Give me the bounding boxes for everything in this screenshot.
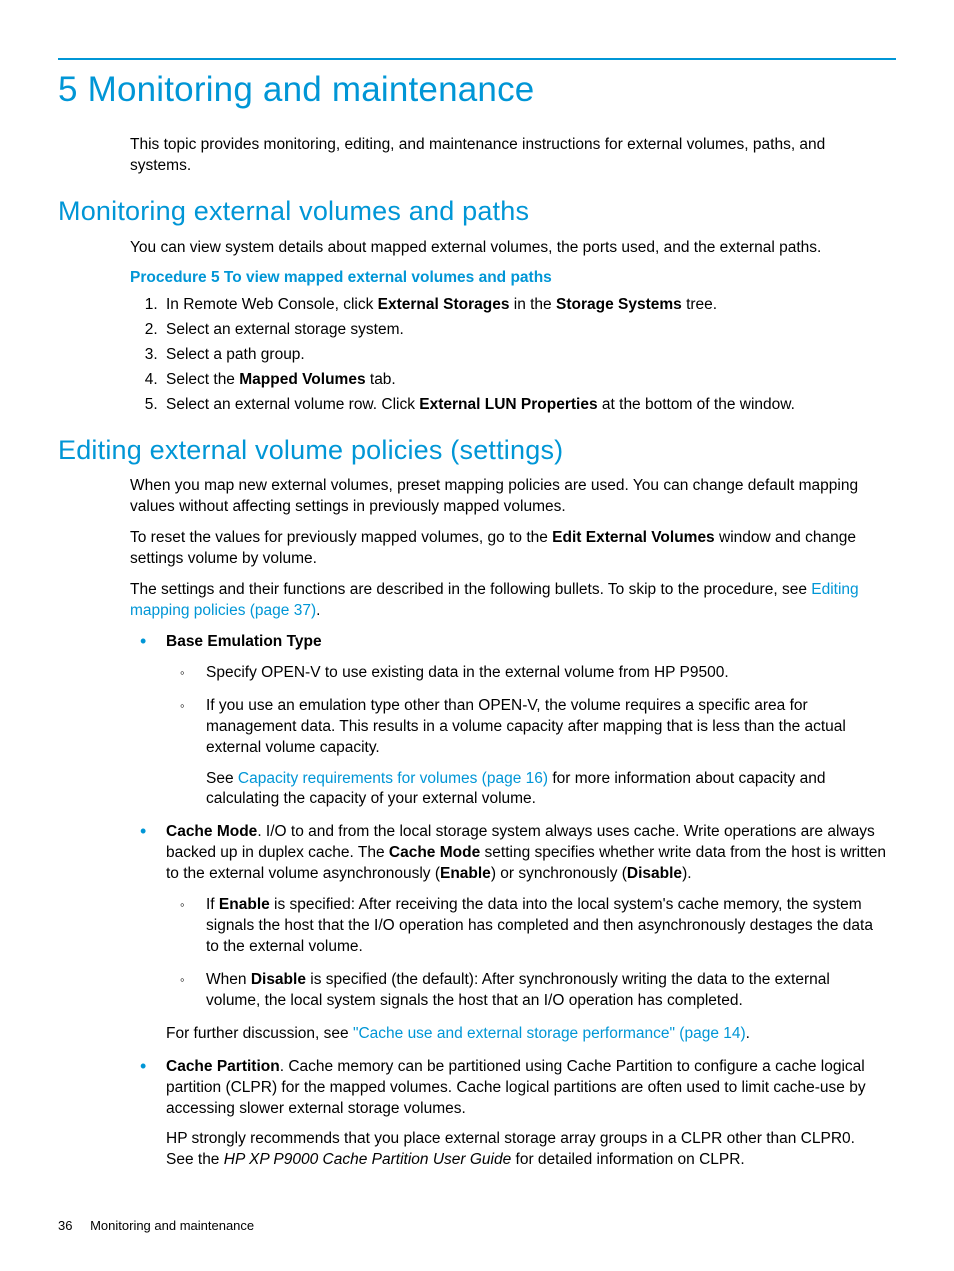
page-number: 36 <box>58 1218 72 1233</box>
intro-text: This topic provides monitoring, editing,… <box>130 135 886 177</box>
section-editing-body: When you map new external volumes, prese… <box>130 476 886 1171</box>
s2-p2: To reset the values for previously mappe… <box>130 528 886 570</box>
cache-partition-title: Cache Partition <box>166 1058 280 1075</box>
s2-p1: When you map new external volumes, prese… <box>130 476 886 518</box>
section-monitoring: Monitoring external volumes and paths <box>58 193 896 229</box>
cm-sub1: If Enable is specified: After receiving … <box>166 895 886 958</box>
step-1: In Remote Web Console, click External St… <box>162 295 886 316</box>
intro-block: This topic provides monitoring, editing,… <box>130 135 886 177</box>
step-3: Select a path group. <box>162 345 886 366</box>
step-5: Select an external volume row. Click Ext… <box>162 395 886 416</box>
cp-p2: HP strongly recommends that you place ex… <box>166 1129 886 1171</box>
step-2: Select an external storage system. <box>162 320 886 341</box>
link-cache-use[interactable]: "Cache use and external storage performa… <box>353 1025 746 1042</box>
link-capacity-req[interactable]: Capacity requirements for volumes (page … <box>238 770 548 787</box>
bullet-cache-mode: Cache Mode. I/O to and from the local st… <box>130 822 886 1044</box>
base-emulation-sub: Specify OPEN-V to use existing data in t… <box>166 663 886 811</box>
s2-p3: The settings and their functions are des… <box>130 580 886 622</box>
cm-sub2: When Disable is specified (the default):… <box>166 970 886 1012</box>
cm-tail: For further discussion, see "Cache use a… <box>166 1024 886 1045</box>
be-sub2: If you use an emulation type other than … <box>166 696 886 811</box>
be-sub1: Specify OPEN-V to use existing data in t… <box>166 663 886 684</box>
page-footer: 36 Monitoring and maintenance <box>58 1217 254 1235</box>
page: 5 Monitoring and maintenance This topic … <box>0 0 954 1271</box>
top-rule <box>58 58 896 60</box>
section-editing: Editing external volume policies (settin… <box>58 432 896 468</box>
bullet-base-emulation: Base Emulation Type Specify OPEN-V to us… <box>130 632 886 810</box>
base-emulation-title: Base Emulation Type <box>166 633 322 650</box>
section-monitoring-body: You can view system details about mapped… <box>130 238 886 416</box>
s1-p1: You can view system details about mapped… <box>130 238 886 259</box>
step-4: Select the Mapped Volumes tab. <box>162 370 886 391</box>
bullet-cache-partition: Cache Partition. Cache memory can be par… <box>130 1057 886 1172</box>
settings-list: Base Emulation Type Specify OPEN-V to us… <box>130 632 886 1171</box>
chapter-title: 5 Monitoring and maintenance <box>58 66 896 113</box>
cache-mode-title: Cache Mode <box>166 823 257 840</box>
cache-mode-sub: If Enable is specified: After receiving … <box>166 895 886 1012</box>
be-sub2-para: See Capacity requirements for volumes (p… <box>206 769 886 811</box>
footer-title: Monitoring and maintenance <box>90 1218 254 1233</box>
procedure-title: Procedure 5 To view mapped external volu… <box>130 268 886 289</box>
procedure-steps: In Remote Web Console, click External St… <box>130 295 886 416</box>
